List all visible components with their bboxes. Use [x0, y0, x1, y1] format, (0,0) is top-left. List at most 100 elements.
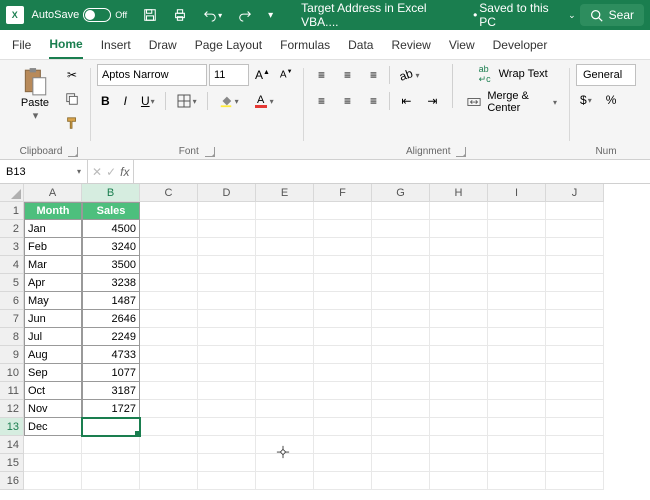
cell-B9[interactable]: 4733	[82, 346, 140, 364]
cell-A10[interactable]: Sep	[24, 364, 82, 382]
column-header-H[interactable]: H	[430, 184, 488, 202]
cell-B3[interactable]: 3240	[82, 238, 140, 256]
quick-print-icon[interactable]	[169, 5, 191, 25]
column-header-C[interactable]: C	[140, 184, 198, 202]
cell-G2[interactable]	[372, 220, 430, 238]
copy-button[interactable]	[60, 88, 84, 110]
cell-D4[interactable]	[198, 256, 256, 274]
cell-J8[interactable]	[546, 328, 604, 346]
cell-E13[interactable]	[256, 418, 314, 436]
cell-G6[interactable]	[372, 292, 430, 310]
cell-J7[interactable]	[546, 310, 604, 328]
row-header-16[interactable]: 16	[0, 472, 24, 490]
cell-B16[interactable]	[82, 472, 140, 490]
cell-I7[interactable]	[488, 310, 546, 328]
row-header-12[interactable]: 12	[0, 400, 24, 418]
cell-G14[interactable]	[372, 436, 430, 454]
cell-E12[interactable]	[256, 400, 314, 418]
cell-E2[interactable]	[256, 220, 314, 238]
row-header-10[interactable]: 10	[0, 364, 24, 382]
row-header-13[interactable]: 13	[0, 418, 24, 436]
cell-D16[interactable]	[198, 472, 256, 490]
autosave-toggle[interactable]: AutoSave Off	[32, 8, 128, 22]
cell-B12[interactable]: 1727	[82, 400, 140, 418]
cell-F12[interactable]	[314, 400, 372, 418]
cell-F14[interactable]	[314, 436, 372, 454]
cell-G7[interactable]	[372, 310, 430, 328]
align-left-button[interactable]: ≡	[309, 90, 333, 112]
cell-A2[interactable]: Jan	[24, 220, 82, 238]
cell-E1[interactable]	[256, 202, 314, 220]
merge-center-button[interactable]: Merge & Center▾	[461, 88, 563, 116]
cell-E7[interactable]	[256, 310, 314, 328]
cell-I13[interactable]	[488, 418, 546, 436]
cell-E6[interactable]	[256, 292, 314, 310]
italic-button[interactable]: I	[120, 91, 131, 111]
cell-H1[interactable]	[430, 202, 488, 220]
cell-E8[interactable]	[256, 328, 314, 346]
cancel-icon[interactable]: ✕	[92, 165, 102, 179]
name-box[interactable]: B13 ▾	[0, 160, 88, 183]
cell-D8[interactable]	[198, 328, 256, 346]
cell-F5[interactable]	[314, 274, 372, 292]
decrease-font-button[interactable]: A▼	[276, 66, 297, 83]
cell-B8[interactable]: 2249	[82, 328, 140, 346]
save-icon[interactable]	[139, 5, 161, 25]
cell-A12[interactable]: Nov	[24, 400, 82, 418]
cell-C6[interactable]	[140, 292, 198, 310]
column-header-D[interactable]: D	[198, 184, 256, 202]
cell-F2[interactable]	[314, 220, 372, 238]
row-header-7[interactable]: 7	[0, 310, 24, 328]
tab-data[interactable]: Data	[348, 32, 373, 58]
cell-B10[interactable]: 1077	[82, 364, 140, 382]
cell-C9[interactable]	[140, 346, 198, 364]
cell-A6[interactable]: May	[24, 292, 82, 310]
cell-I11[interactable]	[488, 382, 546, 400]
qat-customize-icon[interactable]: ▾	[264, 7, 277, 24]
cell-A1[interactable]: Month	[24, 202, 82, 220]
percent-button[interactable]: %	[602, 90, 621, 110]
cell-J2[interactable]	[546, 220, 604, 238]
cell-B11[interactable]: 3187	[82, 382, 140, 400]
cell-A3[interactable]: Feb	[24, 238, 82, 256]
cell-G12[interactable]	[372, 400, 430, 418]
format-painter-button[interactable]	[60, 112, 84, 134]
cell-A14[interactable]	[24, 436, 82, 454]
search-box[interactable]: Sear	[580, 4, 644, 26]
cell-H14[interactable]	[430, 436, 488, 454]
cell-H10[interactable]	[430, 364, 488, 382]
cell-G10[interactable]	[372, 364, 430, 382]
cell-H3[interactable]	[430, 238, 488, 256]
cell-J15[interactable]	[546, 454, 604, 472]
cell-D9[interactable]	[198, 346, 256, 364]
cell-J5[interactable]	[546, 274, 604, 292]
cell-J10[interactable]	[546, 364, 604, 382]
row-header-1[interactable]: 1	[0, 202, 24, 220]
chevron-down-icon[interactable]: ▾	[77, 167, 81, 176]
cell-C14[interactable]	[140, 436, 198, 454]
column-header-E[interactable]: E	[256, 184, 314, 202]
cell-J6[interactable]	[546, 292, 604, 310]
cell-D1[interactable]	[198, 202, 256, 220]
cell-G4[interactable]	[372, 256, 430, 274]
borders-button[interactable]: ▾	[172, 90, 201, 112]
cell-E5[interactable]	[256, 274, 314, 292]
cell-H5[interactable]	[430, 274, 488, 292]
cell-B14[interactable]	[82, 436, 140, 454]
row-header-14[interactable]: 14	[0, 436, 24, 454]
cell-J16[interactable]	[546, 472, 604, 490]
cell-D12[interactable]	[198, 400, 256, 418]
cell-G13[interactable]	[372, 418, 430, 436]
tab-developer[interactable]: Developer	[493, 32, 548, 58]
cell-I2[interactable]	[488, 220, 546, 238]
currency-button[interactable]: $▾	[576, 90, 596, 110]
cell-B4[interactable]: 3500	[82, 256, 140, 274]
cell-G1[interactable]	[372, 202, 430, 220]
cell-A13[interactable]: Dec	[24, 418, 82, 436]
cell-G15[interactable]	[372, 454, 430, 472]
cell-H7[interactable]	[430, 310, 488, 328]
cell-C16[interactable]	[140, 472, 198, 490]
cell-D6[interactable]	[198, 292, 256, 310]
cell-B13[interactable]	[82, 418, 140, 436]
wrap-text-button[interactable]: ab↵c Wrap Text	[461, 64, 563, 84]
